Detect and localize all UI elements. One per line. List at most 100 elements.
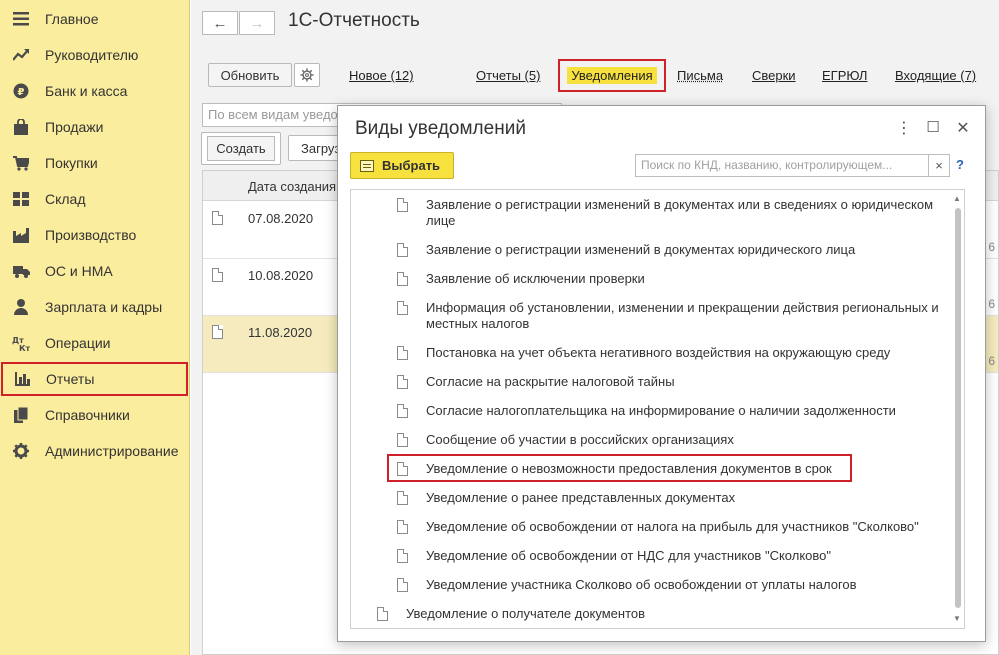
notice-types-dialog: Виды уведомлений ⋮ ☐ ✕ Выбрать Поиск по … [337, 105, 986, 642]
create-button[interactable]: Создать [201, 132, 281, 165]
sidebar-item-salary[interactable]: Зарплата и кадры [0, 290, 188, 324]
list-scrollbar[interactable]: ▲ ▼ [951, 190, 964, 628]
settings-button[interactable] [294, 63, 320, 87]
refresh-label: Обновить [220, 67, 280, 83]
tab-letters[interactable]: Письма [677, 68, 723, 83]
sidebar-item-label: Отчеты [46, 371, 95, 387]
help-icon[interactable]: ? [956, 157, 964, 172]
tab-reports[interactable]: Отчеты (5) [476, 68, 540, 83]
sidebar-item-label: Покупки [45, 155, 98, 171]
document-icon [212, 211, 223, 225]
list-item-label: Заявление о регистрации изменений в доку… [426, 242, 856, 257]
tab-notices[interactable]: Уведомления [558, 59, 666, 92]
list-item-label: Уведомление об освобождении от налога на… [426, 519, 919, 534]
list-item-label: Уведомление о ранее представленных докум… [426, 490, 736, 505]
list-item-label: Постановка на учет объекта негативного в… [426, 345, 891, 360]
sidebar-item-sales[interactable]: Продажи [0, 110, 188, 144]
arrow-left-icon: ← [212, 14, 228, 32]
gear-icon [300, 68, 314, 82]
sidebar-item-label: Продажи [45, 119, 104, 135]
document-icon [397, 549, 408, 563]
sidebar: Главное Руководителю ₽ Банк и касса Прод… [0, 0, 190, 655]
sidebar-item-label: Операции [45, 335, 111, 351]
row-date: 10.08.2020 [248, 268, 314, 283]
back-button[interactable]: ← [202, 11, 238, 35]
document-icon [397, 520, 408, 534]
trend-icon [12, 47, 30, 63]
list-item-label: Согласие на раскрытие налоговой тайны [426, 374, 675, 389]
maximize-icon[interactable]: ☐ [923, 118, 943, 136]
row-trailing-text: 6 [988, 354, 995, 368]
sidebar-item-fixed-assets[interactable]: ОС и НМА [0, 254, 188, 288]
dialog-title: Виды уведомлений [355, 118, 526, 139]
list-item-label: Уведомление о невозможности предоставлен… [426, 461, 832, 476]
document-icon [397, 375, 408, 389]
tab-incoming[interactable]: Входящие (7) [895, 68, 976, 83]
select-button[interactable]: Выбрать [350, 152, 454, 179]
bar-chart-icon [13, 371, 31, 387]
sidebar-item-label: ОС и НМА [45, 263, 113, 279]
list-item-label: Согласие налогоплательщика на информиров… [426, 403, 896, 418]
sidebar-item-manager[interactable]: Руководителю [0, 38, 188, 72]
document-icon [397, 433, 408, 447]
more-actions-icon[interactable]: ⋮ [894, 118, 914, 138]
sidebar-item-operations[interactable]: Дт Кт Операции [0, 326, 188, 360]
tab-egrul[interactable]: ЕГРЮЛ [822, 68, 867, 83]
document-icon [397, 404, 408, 418]
sidebar-item-main[interactable]: Главное [0, 2, 188, 36]
column-header-date[interactable]: Дата создания [248, 179, 336, 194]
factory-icon [12, 227, 30, 243]
document-icon [397, 491, 408, 505]
tab-notices-label: Уведомления [567, 67, 657, 84]
row-date: 07.08.2020 [248, 211, 314, 226]
document-icon [397, 301, 408, 315]
debit-credit-icon: Дт Кт [12, 335, 30, 351]
search-input[interactable]: Поиск по КНД, названию, контролирующем..… [635, 154, 929, 177]
sidebar-item-reports[interactable]: Отчеты [1, 362, 188, 396]
bag-icon [12, 119, 30, 135]
list-item-label: Уведомление об освобождении от НДС для у… [426, 548, 831, 563]
sidebar-item-label: Справочники [45, 407, 130, 423]
list-item-label: Заявление о регистрации изменений в доку… [426, 197, 934, 228]
scroll-down-icon[interactable]: ▼ [953, 614, 961, 623]
select-button-label: Выбрать [382, 158, 441, 173]
document-icon [212, 325, 223, 339]
list-item-label: Сообщение об участии в российских органи… [426, 432, 734, 447]
refresh-button[interactable]: Обновить [208, 63, 292, 87]
document-icon [397, 198, 408, 212]
sidebar-item-warehouse[interactable]: Склад [0, 182, 188, 216]
document-icon [397, 243, 408, 257]
scroll-thumb[interactable] [955, 208, 961, 608]
sidebar-item-directories[interactable]: Справочники [0, 398, 188, 432]
sidebar-item-bank[interactable]: ₽ Банк и касса [0, 74, 188, 108]
sidebar-item-label: Производство [45, 227, 137, 243]
create-button-label: Создать [207, 136, 275, 161]
sidebar-item-purchases[interactable]: Покупки [0, 146, 188, 180]
document-icon [397, 462, 408, 476]
sidebar-item-administration[interactable]: Администрирование [0, 434, 188, 468]
sidebar-item-label: Склад [45, 191, 86, 207]
person-icon [12, 299, 30, 315]
document-icon [377, 607, 388, 621]
tab-new[interactable]: Новое (12) [349, 68, 414, 83]
search-clear-button[interactable]: × [929, 154, 950, 177]
row-trailing-text: 6 [988, 240, 995, 254]
coin-icon: ₽ [12, 83, 30, 99]
scroll-up-icon[interactable]: ▲ [953, 194, 961, 203]
warehouse-icon [12, 191, 30, 207]
menu-icon [12, 11, 30, 27]
svg-text:Кт: Кт [19, 344, 30, 351]
arrow-right-icon: → [249, 14, 265, 32]
close-icon[interactable]: ✕ [953, 118, 973, 138]
forward-button[interactable]: → [239, 11, 275, 35]
document-icon [397, 578, 408, 592]
sidebar-item-label: Руководителю [45, 47, 139, 63]
sidebar-item-production[interactable]: Производство [0, 218, 188, 252]
list-item-label: Уведомление о получателе документов [406, 606, 646, 621]
sidebar-item-label: Главное [45, 11, 99, 27]
list-item-label: Уведомление участника Сколково об освобо… [426, 577, 857, 592]
tab-reconciliations[interactable]: Сверки [752, 68, 796, 83]
page-title: 1С-Отчетность [288, 10, 420, 31]
cart-icon [12, 155, 30, 171]
sidebar-item-label: Администрирование [45, 443, 179, 459]
